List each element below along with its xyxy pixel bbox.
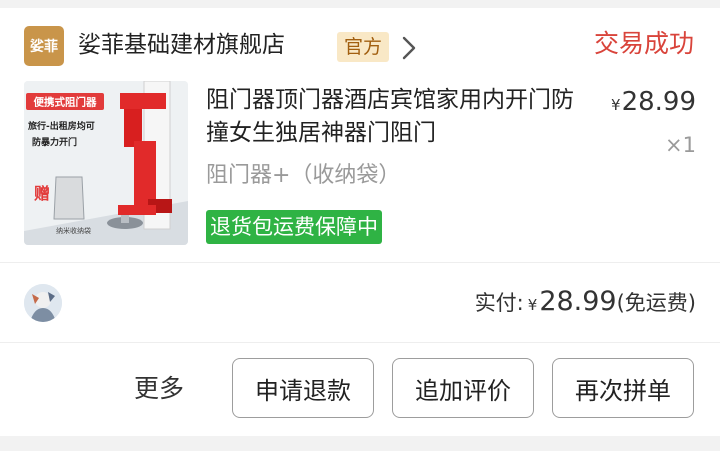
divider — [0, 342, 720, 343]
paid-amount: 28.99 — [539, 286, 617, 317]
divider — [0, 262, 720, 263]
rebuy-group-button[interactable]: 再次拼单 — [552, 358, 694, 418]
order-card: 娑菲 娑菲基础建材旗舰店 官方 交易成功 便携式阻门器 旅行-出租房均可 防暴力… — [0, 8, 720, 436]
image-caption-1: 旅行-出租房均可 — [28, 120, 95, 132]
return-shipping-badge: 退货包运费保障中 — [206, 210, 382, 244]
paid-label: 实付: — [474, 291, 524, 315]
price-value: 28.99 — [621, 87, 696, 117]
store-name[interactable]: 娑菲基础建材旗舰店 — [78, 28, 285, 62]
product-price: ¥28.99 — [611, 86, 696, 121]
shipping-note: (免运费) — [616, 291, 696, 315]
product-image[interactable]: 便携式阻门器 旅行-出租房均可 防暴力开门 赠 纳米收纳袋 — [24, 81, 188, 245]
order-status: 交易成功 — [593, 29, 694, 58]
paid-currency: ¥ — [527, 296, 538, 314]
image-label: 便携式阻门器 — [34, 96, 97, 109]
product-title[interactable]: 阻门器顶门器酒店宾馆家用内开门防撞女生独居神器门阻门 — [206, 84, 586, 150]
image-gift-text: 赠 — [34, 184, 50, 203]
door-stopper-illustration: 便携式阻门器 旅行-出租房均可 防暴力开门 赠 纳米收纳袋 — [24, 81, 188, 245]
product-quantity: ×1 — [665, 133, 696, 157]
image-caption-2: 防暴力开门 — [32, 136, 77, 148]
official-badge: 官方 — [337, 32, 390, 62]
add-review-button[interactable]: 追加评价 — [392, 358, 534, 418]
price-currency: ¥ — [611, 96, 621, 114]
image-bag-label: 纳米收纳袋 — [56, 226, 91, 235]
chevron-right-icon[interactable] — [399, 35, 419, 61]
paid-total: 实付: ¥28.99(免运费) — [475, 284, 696, 323]
price-block: ¥28.99 ×1 — [611, 86, 696, 161]
more-button[interactable]: 更多 — [134, 370, 184, 408]
product-spec: 阻门器+（收纳袋） — [206, 163, 401, 188]
store-logo[interactable]: 娑菲 — [24, 26, 64, 66]
avatar[interactable] — [24, 284, 62, 322]
store-logo-text: 娑菲 — [30, 39, 58, 55]
avatar-image — [24, 284, 62, 322]
request-refund-button[interactable]: 申请退款 — [232, 358, 374, 418]
